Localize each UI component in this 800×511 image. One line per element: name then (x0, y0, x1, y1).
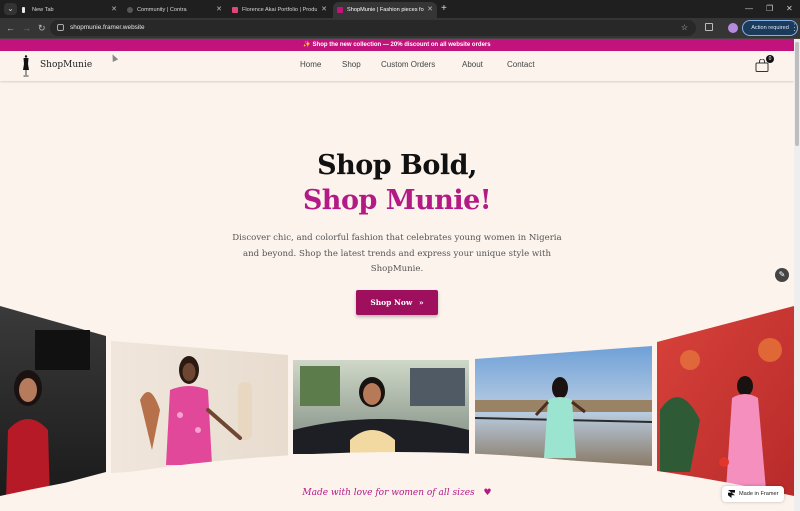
tagline-text: Made with love for women of all sizes (302, 488, 475, 498)
tab-label: Community | Contra (137, 7, 187, 13)
cart-count-badge: 0 (766, 55, 774, 63)
contra-favicon-icon (127, 7, 133, 13)
nav-home[interactable]: Home (300, 60, 321, 69)
profile-avatar[interactable] (728, 23, 738, 33)
photo-model-mint-dress (474, 346, 653, 466)
close-tab-icon[interactable]: ✕ (427, 2, 433, 18)
tab-contra[interactable]: Community | Contra ✕ (123, 2, 226, 18)
portfolio-favicon-icon (232, 7, 238, 13)
made-in-framer-label: Made in Framer (739, 491, 779, 497)
reload-icon[interactable]: ↻ (38, 21, 46, 35)
site-header: ShopMunie Home Shop Custom Orders About … (0, 51, 794, 81)
nav-about[interactable]: About (462, 60, 483, 69)
close-tab-icon[interactable]: ✕ (216, 2, 222, 18)
logo-text[interactable]: ShopMunie (40, 60, 92, 70)
heart-icon: ♥ (483, 488, 492, 498)
new-tab-button[interactable]: + (441, 2, 447, 16)
hero-description: Discover chic, and colorful fashion that… (232, 233, 562, 274)
shopmunie-favicon-icon (337, 7, 343, 13)
back-icon[interactable]: ← (6, 21, 15, 35)
url-text[interactable]: shopmunie.framer.website (70, 20, 145, 36)
forward-icon[interactable]: → (22, 21, 31, 35)
nav-shop[interactable]: Shop (342, 60, 361, 69)
tab-label: ShopMunie | Fashion pieces fo (347, 7, 424, 13)
hero-title-line-2: Shop Munie! (302, 185, 492, 216)
tab-label: Florence Akai Portfolio | Produ (242, 7, 318, 13)
bookmark-star-icon[interactable]: ☆ (681, 20, 688, 36)
announcement-bar[interactable]: ✨ Shop the new collection — 20% discount… (0, 39, 794, 51)
maximize-icon[interactable]: ❐ (766, 3, 773, 15)
tab-search-icon[interactable]: ⌄ (4, 3, 17, 15)
extensions-icon[interactable] (705, 23, 713, 31)
tab-label: New Tab (32, 7, 54, 13)
framer-logo-icon (728, 490, 735, 498)
photo-model-red-outfit (0, 306, 106, 500)
nav-contact[interactable]: Contact (507, 60, 535, 69)
new-tab-favicon-icon (22, 7, 25, 13)
edit-pencil-icon[interactable]: ✎ (775, 268, 789, 282)
address-bar[interactable]: shopmunie.framer.website ☆ (50, 20, 696, 36)
browser-tab-strip: ⌄ New Tab ✕ Community | Contra ✕ Florenc… (0, 0, 800, 18)
close-tab-icon[interactable]: ✕ (111, 2, 117, 18)
made-in-framer-badge[interactable]: Made in Framer (722, 486, 784, 502)
dress-form-logo-icon[interactable] (22, 55, 30, 77)
footer-tagline: Made with love for women of all sizes ♥ (0, 488, 794, 498)
close-window-icon[interactable]: ✕ (786, 3, 793, 15)
model-photo-gallery (0, 290, 794, 500)
minimize-icon[interactable]: — (745, 3, 753, 15)
browser-toolbar: ← → ↻ shopmunie.framer.website ☆ Action … (0, 18, 800, 38)
photo-model-pink-dress (111, 341, 288, 473)
close-tab-icon[interactable]: ✕ (321, 2, 327, 18)
photo-model-in-car (293, 360, 469, 454)
nav-custom-orders[interactable]: Custom Orders (381, 60, 435, 69)
scrollbar-thumb[interactable] (795, 42, 799, 146)
photo-model-pink-gown (657, 306, 794, 500)
tab-florence-portfolio[interactable]: Florence Akai Portfolio | Produ ✕ (228, 2, 331, 18)
tab-shopmunie[interactable]: ShopMunie | Fashion pieces fo ✕ (333, 2, 437, 18)
site-info-icon[interactable] (57, 24, 64, 31)
hero-title-line-1: Shop Bold, (317, 150, 477, 181)
browser-menu-icon[interactable]: ⋮ (790, 20, 799, 34)
tab-new-tab[interactable]: New Tab ✕ (18, 2, 121, 18)
